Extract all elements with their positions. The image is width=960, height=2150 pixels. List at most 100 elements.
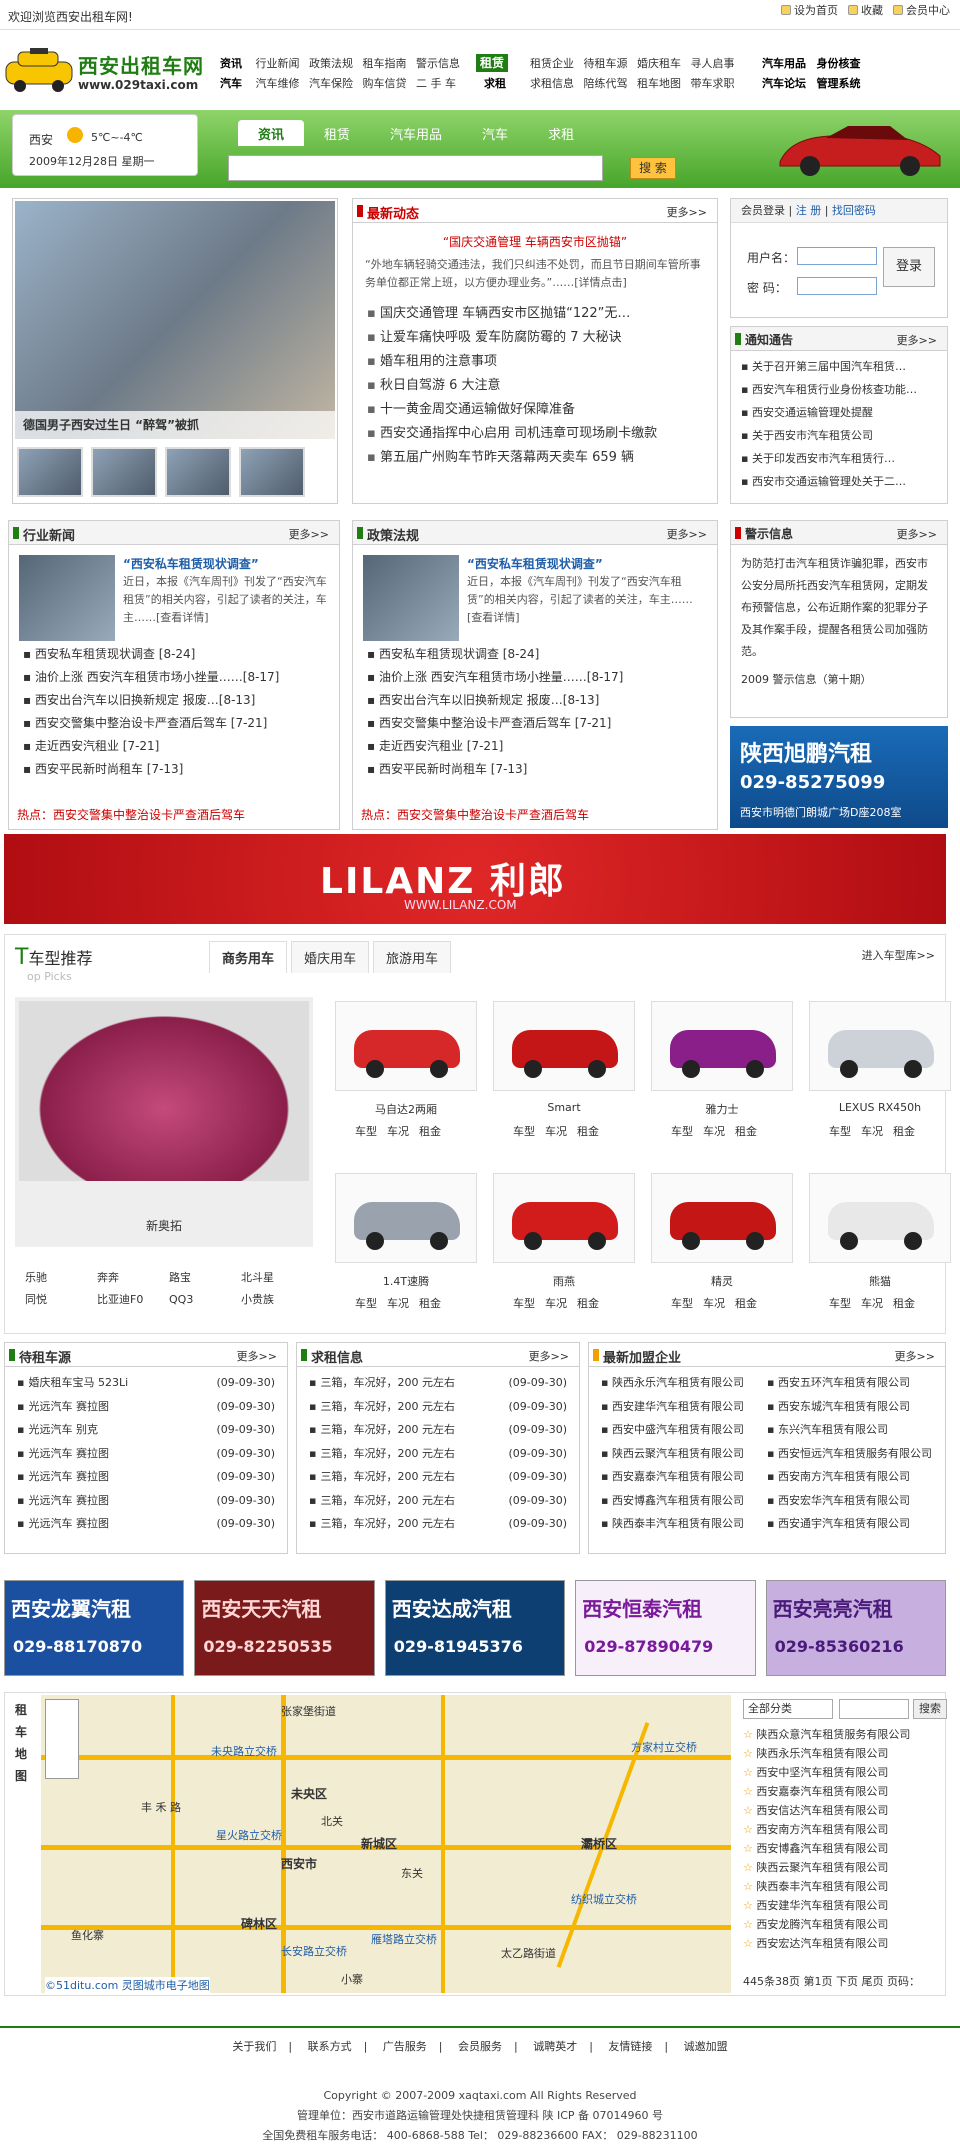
username-input[interactable] [797,247,877,265]
car-price-link[interactable]: 租金 [419,1123,441,1139]
nav-guide[interactable]: 租车指南 [363,57,407,70]
nav-available-cars[interactable]: 待租车源 [584,57,628,70]
list-item[interactable]: 婚庆租车宝马 523Li (09-09-30) [17,1371,275,1395]
car-name[interactable]: LEXUS RX450h [805,1101,955,1114]
list-item[interactable]: 关于印发西安市汽车租赁行… [741,447,937,470]
car-type-link[interactable]: 车型 [829,1295,851,1311]
lilanz-ad-banner[interactable]: LILANZ 利郎 WWW.LILANZ.COM [4,834,946,924]
map-search-button[interactable]: 搜索 [913,1699,947,1719]
list-item[interactable]: 走近西安汽租业 [7-21] [367,735,703,758]
car-price-link[interactable]: 租金 [577,1123,599,1139]
map-zoom-control[interactable] [45,1699,79,1779]
list-item[interactable]: 第五届广州购车节昨天落幕两天卖车 659 辆 [367,446,703,470]
car-type-link[interactable]: 车型 [355,1295,377,1311]
list-item[interactable]: 婚车租用的注意事项 [367,350,703,374]
featured-article[interactable]: “西安私车租赁现状调查” 近日，本报《汽车周刊》刊发了“西安汽车租赁”的相关内容… [359,551,711,641]
nav-admin[interactable]: 管理系统 [817,77,861,90]
car-card[interactable]: 1.4T速腾 车型 车况 租金 [331,1169,481,1335]
tab-wedding[interactable]: 婚庆用车 [291,941,370,973]
password-input[interactable] [797,277,877,295]
list-item[interactable]: 三箱，车况好，200 元左右 (09-09-30) [309,1489,567,1513]
tab-business[interactable]: 商务用车 [209,941,288,973]
list-item[interactable]: 光远汽车 赛拉图 (09-09-30) [17,1395,275,1419]
site-logo[interactable]: 西安出租车网 www.029taxi.com [4,44,204,100]
hot-topic[interactable]: 热点：西安交警集中整治设卡严查酒后驾车 [361,806,589,823]
nav-repair[interactable]: 汽车维修 [256,77,300,90]
featured-article[interactable]: “西安私车租赁现状调查” 近日，本报《汽车周刊》刊发了“西安汽车租赁”的相关内容… [15,551,333,641]
nav-used-car[interactable]: 二 手 车 [416,77,456,90]
article-title[interactable]: “西安私车租赁现状调查” [467,555,603,572]
map-list-item[interactable]: 西安龙腾汽车租赁有限公司 [743,1915,910,1934]
map-list-item[interactable]: 西安宏达汽车租赁有限公司 [743,1934,910,1953]
featured-car[interactable]: 新奥拓 乐驰 奔奔 路宝 北斗星 同悦 比亚迪F0 QQ3 小贵族 [15,997,313,1306]
car-condition-link[interactable]: 车况 [387,1295,409,1311]
login-button[interactable]: 登录 [883,247,935,287]
nav-loan[interactable]: 购车信贷 [363,77,407,90]
list-item[interactable]: 十一黄金周交通运输做好保障准备 [367,398,703,422]
list-item[interactable]: 光远汽车 别克 (09-09-30) [17,1418,275,1442]
car-condition-link[interactable]: 车况 [703,1295,725,1311]
more-link[interactable]: 更多>> [667,204,707,220]
nav-warning[interactable]: 警示信息 [416,57,460,70]
nav-head-wanted[interactable]: 求租 [484,77,506,90]
map-list-item[interactable]: 陕西永乐汽车租赁有限公司 [743,1744,910,1763]
car-model-link[interactable]: 乐驰 [25,1267,97,1289]
more-link[interactable]: 更多>> [667,526,707,542]
member-center-link[interactable]: 会员中心 [893,2,950,18]
nav-head-lease[interactable]: 租赁 [476,54,508,72]
footer-link[interactable]: 友情链接 [608,2040,652,2053]
ad-banner[interactable]: 西安亮亮汽租 029-85360216 [765,1580,946,1676]
list-item[interactable]: 西安交通指挥中心启用 司机违章可现场刷卡缴款 [367,422,703,446]
list-item[interactable]: 三箱，车况好，200 元左右 (09-09-30) [309,1371,567,1395]
tab-news[interactable]: 资讯 [238,120,305,146]
thumbnail[interactable] [239,447,305,497]
list-item[interactable]: 西安平民新时尚租车 [7-13] [23,758,325,781]
car-price-link[interactable]: 租金 [893,1295,915,1311]
car-card[interactable]: 精灵 车型 车况 租金 [647,1169,797,1335]
member-item[interactable]: 西安南方汽车租赁有限公司 [767,1465,933,1489]
car-model-link[interactable]: 比亚迪F0 [97,1289,169,1311]
news-lead-title[interactable]: “国庆交通管理 车辆西安市区抛锚” [353,233,717,250]
map-list-item[interactable]: 陕西众意汽车租赁服务有限公司 [743,1725,910,1744]
list-item[interactable]: 走近西安汽租业 [7-21] [23,735,325,758]
member-item[interactable]: 陕西永乐汽车租赁有限公司 [601,1371,767,1395]
nav-wanted-info[interactable]: 求租信息 [530,77,574,90]
member-item[interactable]: 东兴汽车租赁有限公司 [767,1418,933,1442]
map-list-item[interactable]: 西安南方汽车租赁有限公司 [743,1820,910,1839]
tab-wanted[interactable]: 求租 [528,120,594,146]
car-card[interactable]: 熊猫 车型 车况 租金 [805,1169,955,1335]
car-condition-link[interactable]: 车况 [545,1123,567,1139]
car-model-link[interactable]: 同悦 [25,1289,97,1311]
tab-lease[interactable]: 租赁 [304,120,370,146]
list-item[interactable]: 西安出台汽车以旧换新规定 报废…[8-13] [23,689,325,712]
member-item[interactable]: 西安恒远汽车租赁服务有限公司 [767,1442,933,1466]
list-item[interactable]: 光远汽车 赛拉图 (09-09-30) [17,1512,275,1536]
more-link[interactable]: 更多>> [289,526,329,542]
ad-banner[interactable]: 西安天天汽租 029-82250535 [194,1580,375,1676]
list-item[interactable]: 国庆交通管理 车辆西安市区抛锚“122”无… [367,302,703,326]
nav-lease-company[interactable]: 租赁企业 [530,57,574,70]
thumbnail[interactable] [17,447,83,497]
ad-banner[interactable]: 西安龙翼汽租 029-88170870 [4,1580,185,1676]
member-item[interactable]: 西安嘉泰汽车租赁有限公司 [601,1465,767,1489]
car-card[interactable]: 雅力士 车型 车况 租金 [647,997,797,1163]
list-item[interactable]: 西安汽车租赁行业身份核查功能… [741,378,937,401]
list-item[interactable]: 光远汽车 赛拉图 (09-09-30) [17,1442,275,1466]
map-list-item[interactable]: 西安建华汽车租赁有限公司 [743,1896,910,1915]
map-list-item[interactable]: 西安嘉泰汽车租赁有限公司 [743,1782,910,1801]
tab-travel[interactable]: 旅游用车 [373,941,452,973]
car-name[interactable]: Smart [489,1101,639,1114]
map-pager[interactable]: 445条38页 第1页 下页 尾页 页码： [743,1973,920,1989]
category-select[interactable]: 全部分类 [743,1699,833,1719]
list-item[interactable]: 光远汽车 赛拉图 (09-09-30) [17,1489,275,1513]
list-item[interactable]: 关于西安市汽车租赁公司 [741,424,937,447]
footer-link[interactable]: 联系方式 [308,2040,352,2053]
list-item[interactable]: 西安私车租赁现状调查 [8-24] [23,643,325,666]
more-link[interactable]: 更多>> [897,526,937,542]
car-condition-link[interactable]: 车况 [545,1295,567,1311]
nav-lost-found[interactable]: 寻人启事 [691,57,735,70]
car-model-link[interactable]: QQ3 [169,1289,241,1311]
tab-car[interactable]: 汽车 [462,120,528,146]
member-item[interactable]: 西安通宇汽车租赁有限公司 [767,1512,933,1536]
list-item[interactable]: 光远汽车 赛拉图 (09-09-30) [17,1465,275,1489]
